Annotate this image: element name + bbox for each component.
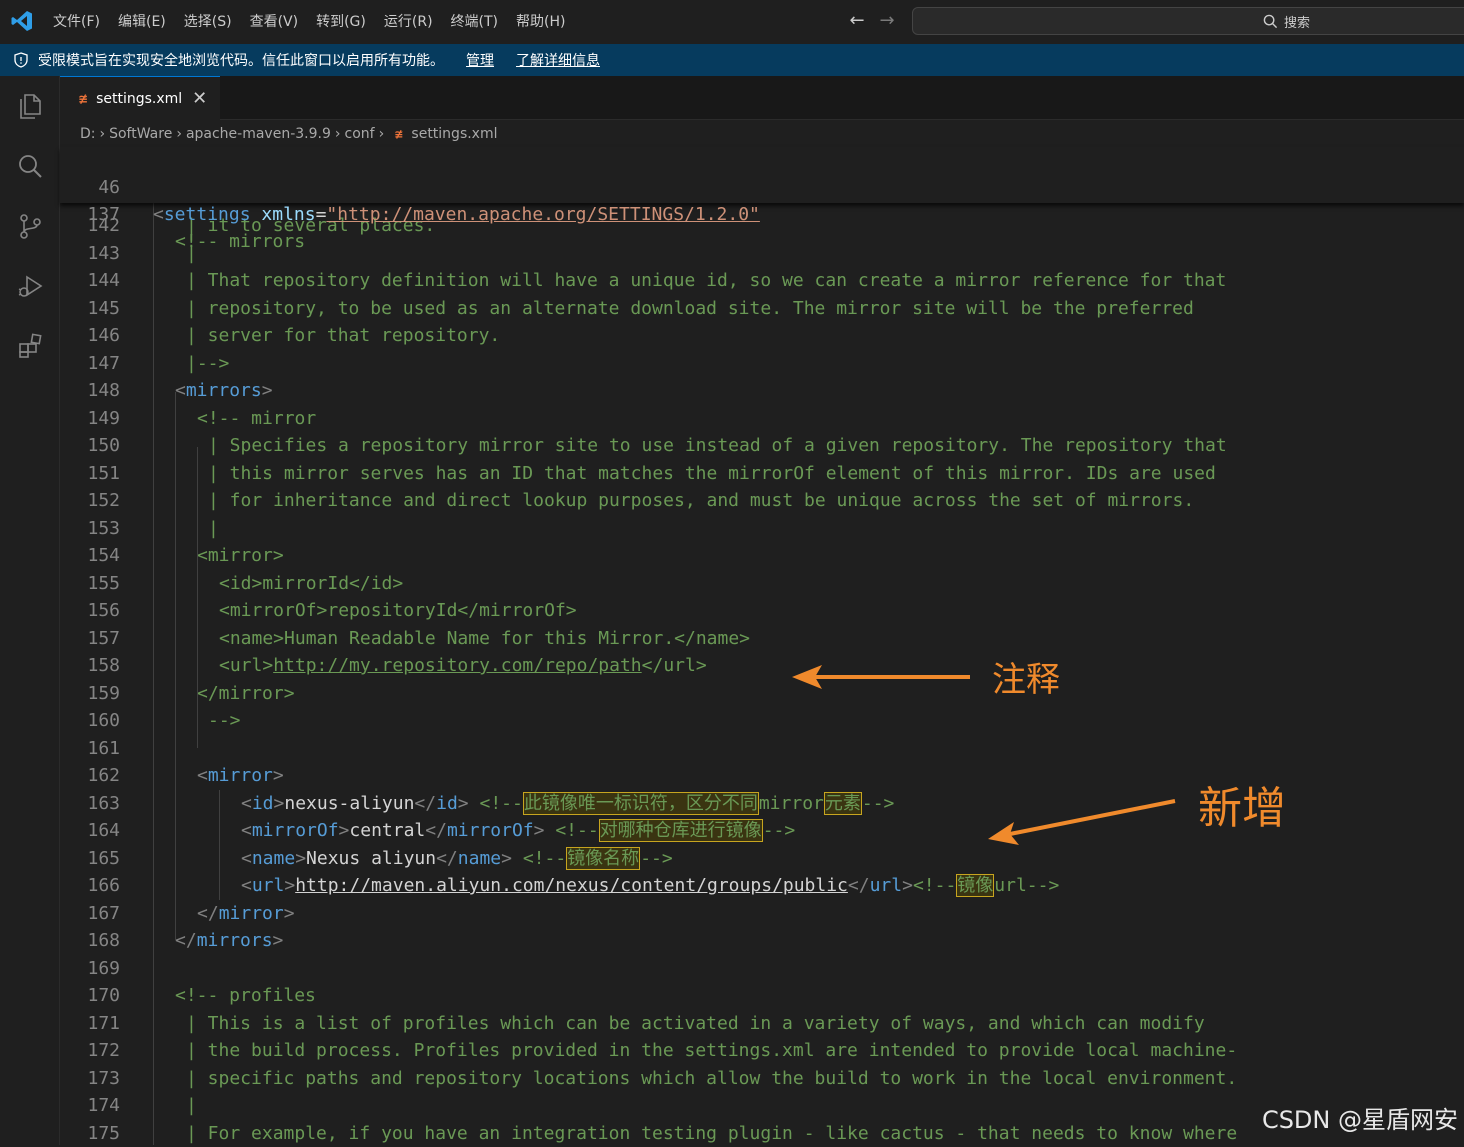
annotation-arrows	[792, 665, 1176, 845]
annotation-added-label: 新增	[1198, 783, 1286, 834]
watermark: CSDN @星盾网安	[1261, 1106, 1458, 1134]
annotation-comment-label: 注释	[992, 660, 1060, 700]
